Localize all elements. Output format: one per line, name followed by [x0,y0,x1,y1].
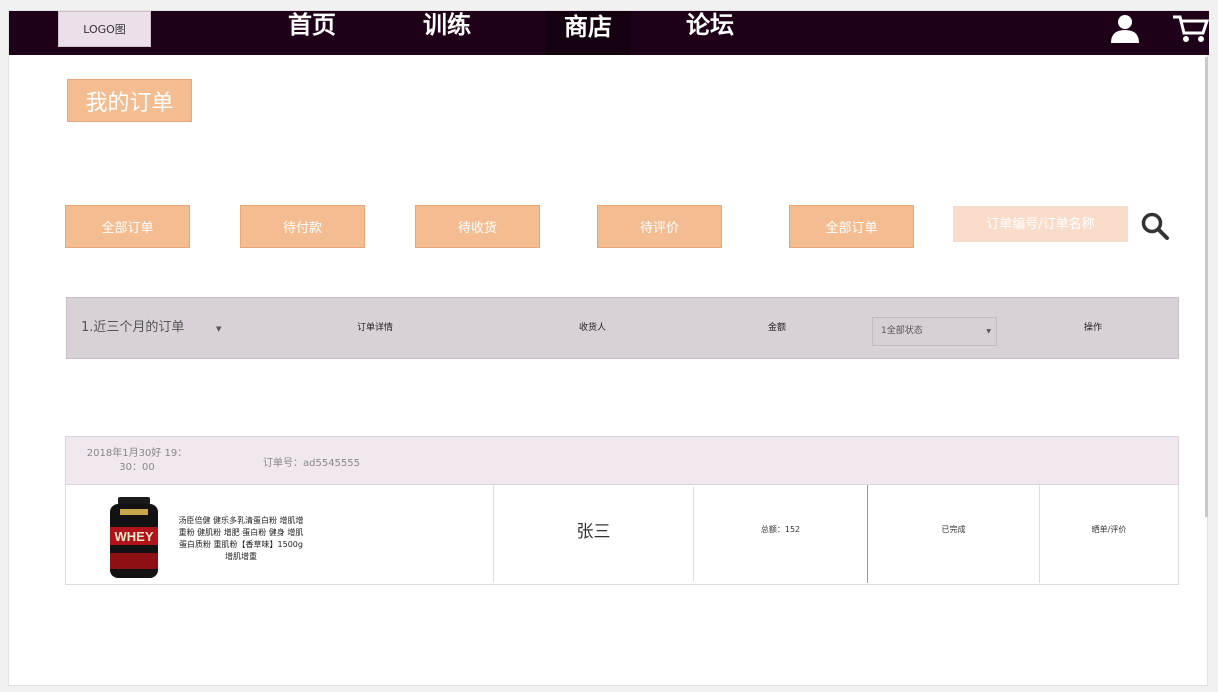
header-order-detail: 订单详情 [357,323,394,333]
order-header: 2018年1月30好 19：30：00 订单号：ad5545555 [65,436,1179,485]
period-filter[interactable]: 1.近三个月的订单 [81,298,184,358]
user-icon[interactable] [1108,13,1142,43]
nav-forum[interactable]: 论坛 [677,11,743,55]
order-date: 2018年1月30好 19：30：00 [86,448,188,473]
header-receiver: 收货人 [579,323,607,333]
period-dropdown-icon[interactable]: ▼ [216,298,221,360]
tab-all-orders-2[interactable]: 全部订单 [789,205,914,248]
order-receiver: 张三 [494,487,694,581]
svg-text:WHEY: WHEY [115,529,154,544]
scrollbar[interactable] [1205,57,1208,517]
tab-pending-payment[interactable]: 待付款 [240,205,365,248]
nav-home[interactable]: 首页 [279,11,345,55]
order-amount: 总额：152 [694,485,868,583]
nav-shop[interactable]: 商店 [545,11,631,55]
order-status: 已完成 [868,485,1040,583]
tab-pending-review[interactable]: 待评价 [597,205,722,248]
page: LOGO图 首页 训练 商店 论坛 我的订单 全部订单 待付款 待收货 待评价 … [8,10,1209,686]
product-name[interactable]: 汤臣倍健 健乐多乳清蛋白粉 增肌增重粉 健肌粉 增肥 蛋白粉 健身 增肌 蛋白质… [177,515,305,563]
cart-icon[interactable] [1171,13,1209,43]
logo[interactable]: LOGO图 [58,11,151,47]
header-amount: 金额 [768,323,787,333]
status-select[interactable]: 1全部状态 ▼ [872,317,997,346]
tab-pending-receipt[interactable]: 待收货 [415,205,540,248]
page-title: 我的订单 [67,79,192,122]
nav-training[interactable]: 训练 [414,11,480,55]
search-icon[interactable] [1140,211,1170,241]
order-list-header: 1.近三个月的订单 ▼ 订单详情 收货人 金额 1全部状态 ▼ 操作 [66,297,1179,359]
tab-all-orders[interactable]: 全部订单 [65,205,190,248]
search-input[interactable] [953,206,1128,242]
review-link[interactable]: 晒单/评价 [1040,485,1178,583]
order-product-cell: WHEY 汤臣倍健 健乐多乳清蛋白粉 增肌增重粉 健肌粉 增肥 蛋白粉 健身 增… [66,485,494,583]
order-number: 订单号：ad5545555 [263,458,361,469]
order-row: WHEY 汤臣倍健 健乐多乳清蛋白粉 增肌增重粉 健肌粉 增肥 蛋白粉 健身 增… [65,485,1179,585]
top-navbar: LOGO图 首页 训练 商店 论坛 [9,11,1209,55]
status-select-value: 1全部状态 [881,326,923,336]
header-operations: 操作 [1084,323,1103,333]
chevron-down-icon: ▼ [986,328,991,335]
product-image[interactable]: WHEY [106,497,162,579]
